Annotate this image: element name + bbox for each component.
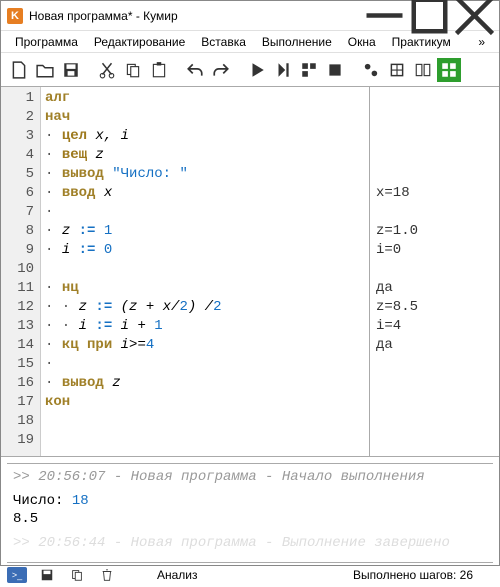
output-text[interactable]: >> 20:56:07 - Новая программа - Начало в… xyxy=(7,464,493,556)
actor3-icon[interactable] xyxy=(411,58,435,82)
menu-windows[interactable]: Окна xyxy=(340,33,384,51)
app-icon: K xyxy=(7,8,23,24)
console-icon[interactable]: >_ xyxy=(7,567,27,583)
output-panel: >> 20:56:07 - Новая программа - Начало в… xyxy=(7,463,493,563)
save-status-icon[interactable] xyxy=(37,565,57,585)
menubar: Программа Редактирование Вставка Выполне… xyxy=(1,31,499,53)
trace-value: да xyxy=(376,336,493,355)
actor-robot-icon[interactable] xyxy=(437,58,461,82)
trace-value: z=8.5 xyxy=(376,298,493,317)
copy-status-icon[interactable] xyxy=(67,565,87,585)
menu-edit[interactable]: Редактирование xyxy=(86,33,193,51)
actor2-icon[interactable] xyxy=(385,58,409,82)
step-into-icon[interactable] xyxy=(297,58,321,82)
trace-value: x=18 xyxy=(376,184,493,203)
maximize-button[interactable] xyxy=(407,2,452,30)
undo-icon[interactable] xyxy=(183,58,207,82)
toolbar xyxy=(1,53,499,87)
editor-area: 1 2 3 4 5 6 7 8 9 10 11 12 13 14 15 16 1… xyxy=(1,87,499,457)
new-file-icon[interactable] xyxy=(7,58,31,82)
step-over-icon[interactable] xyxy=(271,58,295,82)
open-file-icon[interactable] xyxy=(33,58,57,82)
minimize-button[interactable] xyxy=(362,2,407,30)
menu-run[interactable]: Выполнение xyxy=(254,33,340,51)
paste-icon[interactable] xyxy=(147,58,171,82)
cut-icon[interactable] xyxy=(95,58,119,82)
window-title: Новая программа* - Кумир xyxy=(29,9,362,23)
trace-value: z=1.0 xyxy=(376,222,493,241)
menu-insert[interactable]: Вставка xyxy=(193,33,254,51)
output-prompt: Число: xyxy=(13,493,72,509)
menu-practice[interactable]: Практикум xyxy=(384,33,459,51)
output-input-value: 18 xyxy=(72,493,89,509)
trace-value: i=4 xyxy=(376,317,493,336)
run-icon[interactable] xyxy=(245,58,269,82)
status-steps: Выполнено шагов: 26 xyxy=(353,568,473,582)
code-editor[interactable]: алгнач· цел x, i· вещ z· вывод "Число: "… xyxy=(41,87,369,456)
actor1-icon[interactable] xyxy=(359,58,383,82)
output-faint-line: >> 20:56:44 - Новая программа - Выполнен… xyxy=(13,534,487,552)
menu-program[interactable]: Программа xyxy=(7,33,86,51)
status-analysis: Анализ xyxy=(157,568,198,582)
trace-value: i=0 xyxy=(376,241,493,260)
trace-value: да xyxy=(376,279,493,298)
stop-icon[interactable] xyxy=(323,58,347,82)
statusbar: >_ Анализ Выполнено шагов: 26 xyxy=(1,563,499,587)
delete-status-icon[interactable] xyxy=(97,565,117,585)
close-button[interactable] xyxy=(452,2,497,30)
line-gutter: 1 2 3 4 5 6 7 8 9 10 11 12 13 14 15 16 1… xyxy=(1,87,41,456)
menu-more[interactable]: » xyxy=(470,33,493,51)
line-number: 1 xyxy=(3,89,34,108)
trace-panel: x=18 z=1.0 i=0 да z=8.5 i=4 да xyxy=(369,87,499,456)
titlebar: K Новая программа* - Кумир xyxy=(1,1,499,31)
copy-icon[interactable] xyxy=(121,58,145,82)
output-timestamp: >> 20:56:07 - Новая программа - Начало в… xyxy=(13,468,487,486)
output-result: 8.5 xyxy=(13,510,487,528)
redo-icon[interactable] xyxy=(209,58,233,82)
save-file-icon[interactable] xyxy=(59,58,83,82)
